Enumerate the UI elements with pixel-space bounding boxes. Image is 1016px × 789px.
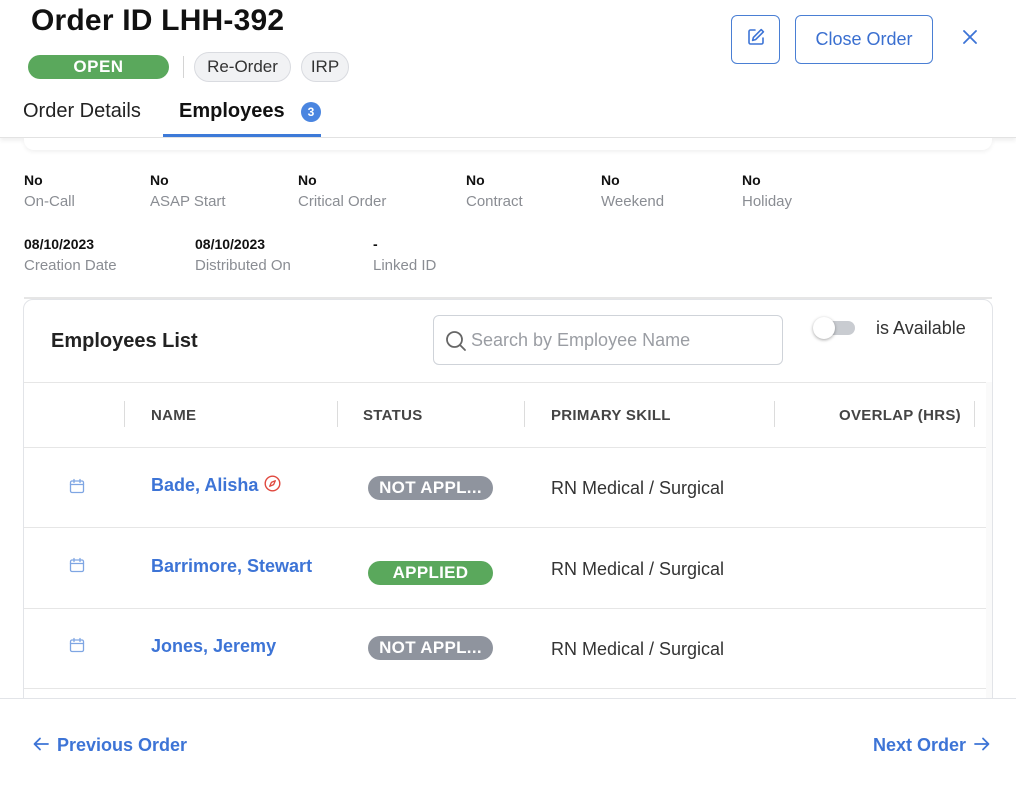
column-header-primary-skill[interactable]: PRIMARY SKILL bbox=[551, 407, 671, 424]
order-navigation-footer: Previous Order Next Order bbox=[0, 698, 1016, 789]
status-badge: APPLIED bbox=[368, 561, 493, 585]
detail-label: Weekend bbox=[601, 193, 665, 210]
order-status-badge: OPEN bbox=[28, 55, 169, 79]
detail-asap-start: No ASAP Start bbox=[150, 172, 226, 210]
employees-list-title: Employees List bbox=[51, 330, 198, 352]
detail-value: - bbox=[373, 236, 378, 252]
column-divider bbox=[974, 401, 975, 427]
tab-order-details[interactable]: Order Details bbox=[23, 100, 141, 123]
arrow-left-icon bbox=[33, 735, 49, 756]
employees-list-card: Employees List is Available NAME STATUS … bbox=[23, 299, 993, 719]
detail-label: Critical Order bbox=[298, 193, 387, 210]
detail-linked-id: - Linked ID bbox=[373, 236, 436, 274]
detail-contract: No Contract bbox=[466, 172, 523, 210]
is-available-toggle[interactable] bbox=[813, 317, 855, 339]
status-badge: NOT APPL... bbox=[368, 476, 493, 500]
column-header-overlap[interactable]: OVERLAP (HRS) bbox=[839, 407, 961, 424]
irp-tag: IRP bbox=[301, 52, 349, 82]
detail-distributed-on: 08/10/2023 Distributed On bbox=[195, 236, 291, 274]
previous-order-label: Previous Order bbox=[57, 735, 188, 755]
compass-icon bbox=[264, 475, 281, 497]
detail-weekend: No Weekend bbox=[601, 172, 664, 210]
is-available-label: is Available bbox=[876, 318, 966, 338]
close-order-button[interactable]: Close Order bbox=[795, 15, 933, 64]
edit-icon bbox=[746, 27, 766, 52]
column-header-status[interactable]: STATUS bbox=[363, 407, 423, 424]
arrow-right-icon bbox=[974, 735, 990, 756]
status-badge: NOT APPL... bbox=[368, 636, 493, 660]
next-order-label: Next Order bbox=[872, 735, 966, 755]
detail-value: No bbox=[466, 172, 485, 188]
calendar-icon[interactable] bbox=[69, 557, 85, 578]
detail-value: No bbox=[742, 172, 761, 188]
detail-creation-date: 08/10/2023 Creation Date bbox=[24, 236, 117, 274]
close-icon bbox=[963, 29, 977, 49]
toggle-knob bbox=[813, 317, 835, 339]
column-divider bbox=[124, 401, 125, 427]
details-panel-edge bbox=[24, 138, 992, 150]
table-row: Jones, Jeremy NOT APPL... RN Medical / S… bbox=[24, 609, 986, 689]
detail-on-call: No On-Call bbox=[24, 172, 75, 210]
detail-label: Holiday bbox=[742, 193, 793, 210]
reorder-tag: Re-Order bbox=[194, 52, 291, 82]
detail-value: No bbox=[150, 172, 169, 188]
table-row: Barrimore, Stewart APPLIED RN Medical / … bbox=[24, 529, 986, 609]
calendar-icon[interactable] bbox=[69, 478, 85, 499]
search-icon bbox=[445, 330, 467, 357]
detail-label: Contract bbox=[466, 193, 523, 210]
next-order-button[interactable]: Next Order bbox=[873, 735, 990, 756]
employees-count-badge: 3 bbox=[301, 102, 321, 122]
table-header: NAME STATUS PRIMARY SKILL OVERLAP (HRS) bbox=[24, 382, 992, 448]
detail-value: No bbox=[601, 172, 620, 188]
detail-holiday: No Holiday bbox=[742, 172, 792, 210]
employee-search-box bbox=[433, 315, 783, 365]
previous-order-button[interactable]: Previous Order bbox=[33, 735, 187, 756]
calendar-icon[interactable] bbox=[69, 637, 85, 658]
table-scrollbar[interactable] bbox=[986, 382, 992, 718]
employee-name-link[interactable]: Bade, Alisha bbox=[151, 475, 258, 496]
tab-employees[interactable]: Employees bbox=[179, 100, 285, 123]
order-title: Order ID LHH-392 bbox=[31, 4, 285, 37]
detail-value: 08/10/2023 bbox=[24, 236, 95, 252]
edit-order-button[interactable] bbox=[731, 15, 780, 64]
column-divider bbox=[774, 401, 775, 427]
active-tab-indicator bbox=[163, 134, 321, 137]
primary-skill: RN Medical / Surgical bbox=[551, 639, 725, 659]
detail-critical-order: No Critical Order bbox=[298, 172, 386, 210]
table-row: Bade, Alisha NOT APPL... RN Medical / Su… bbox=[24, 448, 986, 528]
column-divider bbox=[524, 401, 525, 427]
detail-value: 08/10/2023 bbox=[195, 236, 266, 252]
detail-label: Linked ID bbox=[373, 257, 437, 274]
detail-label: On-Call bbox=[24, 193, 75, 210]
column-header-name[interactable]: NAME bbox=[151, 407, 196, 424]
detail-value: No bbox=[298, 172, 317, 188]
employee-name-link[interactable]: Barrimore, Stewart bbox=[151, 556, 312, 577]
header-divider bbox=[183, 56, 184, 78]
employee-name-link[interactable]: Jones, Jeremy bbox=[151, 636, 276, 657]
detail-label: ASAP Start bbox=[150, 193, 226, 210]
employee-search-input[interactable] bbox=[471, 316, 771, 364]
order-header: Order ID LHH-392 OPEN Re-Order IRP Close… bbox=[0, 0, 1016, 138]
primary-skill: RN Medical / Surgical bbox=[551, 559, 725, 579]
order-tabs: Order Details Employees 3 bbox=[0, 96, 1016, 138]
primary-skill: RN Medical / Surgical bbox=[551, 478, 725, 498]
column-divider bbox=[337, 401, 338, 427]
detail-label: Creation Date bbox=[24, 257, 117, 274]
detail-value: No bbox=[24, 172, 43, 188]
close-panel-button[interactable] bbox=[959, 28, 981, 50]
detail-label: Distributed On bbox=[195, 257, 291, 274]
